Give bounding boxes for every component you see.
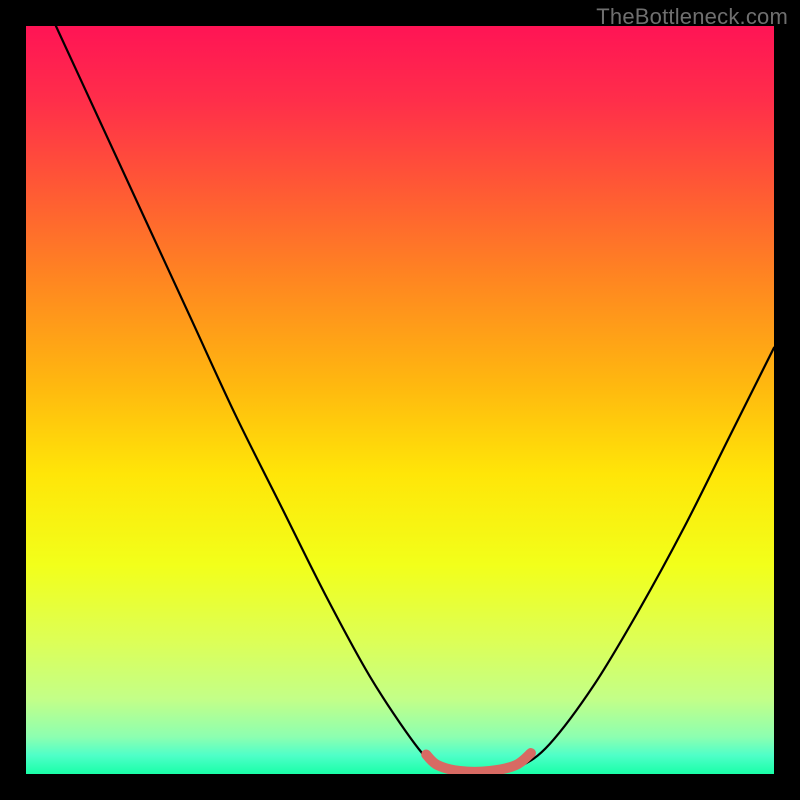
bottleneck-curve bbox=[56, 26, 774, 774]
watermark-text: TheBottleneck.com bbox=[596, 4, 788, 30]
plot-area bbox=[26, 26, 774, 774]
optimal-zone-highlight bbox=[426, 753, 531, 772]
chart-frame: TheBottleneck.com bbox=[0, 0, 800, 800]
curve-layer bbox=[26, 26, 774, 774]
